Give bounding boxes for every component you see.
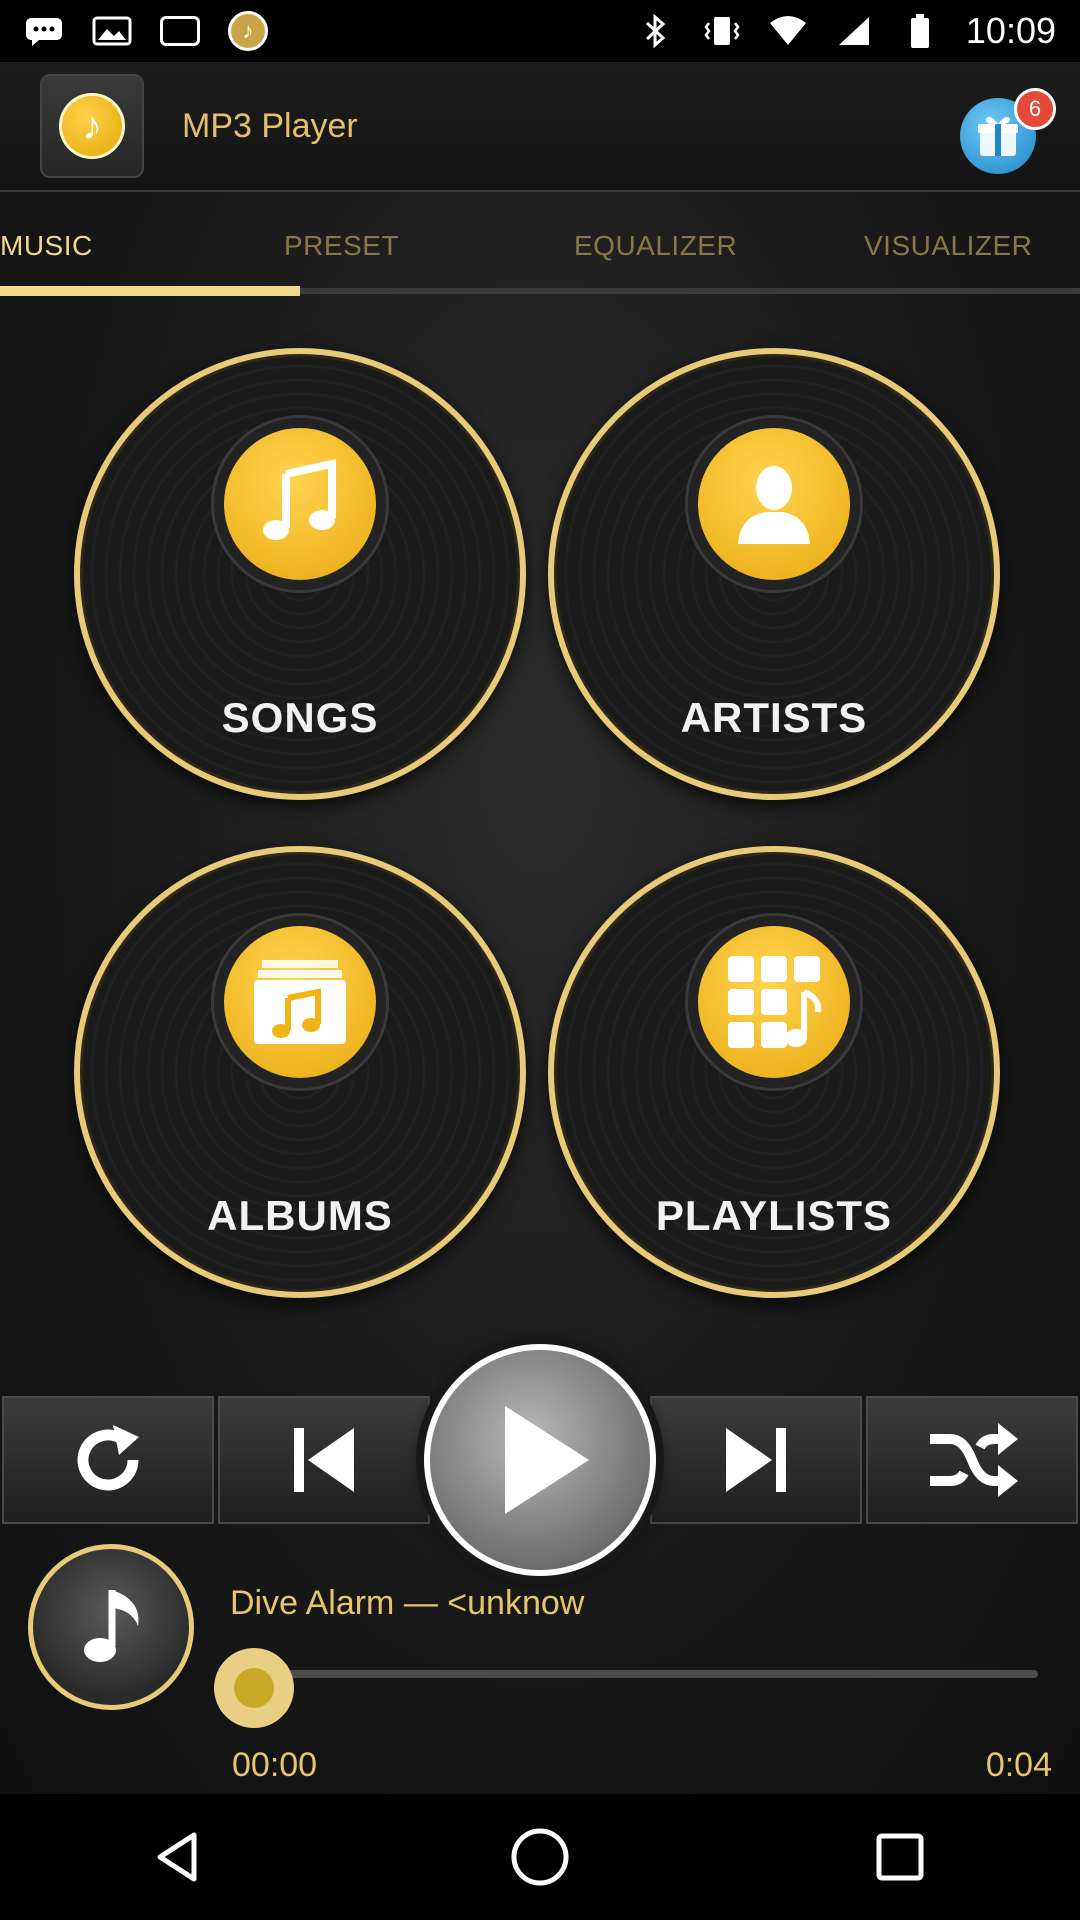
- progress-knob[interactable]: [214, 1648, 294, 1728]
- playlist-grid-icon: [688, 915, 860, 1088]
- artists-label: ARTISTS: [680, 694, 868, 741]
- playback-controls: [0, 1344, 1080, 1576]
- status-time: 10:09: [965, 10, 1056, 51]
- music-note-art-icon: [84, 1590, 139, 1662]
- tab-music[interactable]: MUSIC: [0, 230, 93, 262]
- previous-icon: [294, 1428, 354, 1492]
- elapsed-time: 00:00: [232, 1746, 318, 1784]
- home-icon: [511, 1828, 569, 1886]
- back-icon: [157, 1832, 197, 1882]
- wifi-icon: [768, 15, 808, 47]
- app-container: ♪ MP3 Player 6 MUSIC PRESET EQUALIZER VI…: [0, 62, 1080, 1794]
- shuffle-button[interactable]: [866, 1396, 1078, 1524]
- tab-indicator: [0, 286, 300, 296]
- app-header: ♪ MP3 Player 6: [0, 62, 1080, 192]
- songs-button[interactable]: SONGS: [74, 348, 526, 800]
- app-logo: ♪: [40, 74, 144, 178]
- playlists-button[interactable]: PLAYLISTS: [548, 846, 1000, 1298]
- now-playing-title: Dive Alarm — <unknow: [230, 1584, 585, 1622]
- back-button[interactable]: [135, 1812, 225, 1902]
- bluetooth-icon: [636, 14, 676, 48]
- total-duration: 0:04: [985, 1746, 1052, 1784]
- messages-icon: [24, 15, 64, 47]
- progress-track[interactable]: [252, 1670, 1038, 1678]
- shuffle-icon: [930, 1423, 1018, 1497]
- photo-icon: [92, 15, 132, 47]
- signal-icon: [834, 15, 874, 47]
- play-button[interactable]: [424, 1344, 656, 1576]
- previous-button[interactable]: [218, 1396, 430, 1524]
- recents-button[interactable]: [855, 1812, 945, 1902]
- tab-preset[interactable]: PRESET: [284, 230, 399, 262]
- box-icon: [160, 15, 200, 47]
- playlists-label: PLAYLISTS: [655, 1192, 893, 1239]
- albums-label: ALBUMS: [207, 1192, 393, 1239]
- repeat-icon: [77, 1425, 139, 1491]
- tab-visualizer[interactable]: VISUALIZER: [864, 230, 1032, 262]
- music-note-logo-icon: ♪: [59, 93, 125, 159]
- battery-icon: [900, 14, 940, 48]
- tab-equalizer[interactable]: EQUALIZER: [574, 230, 737, 262]
- app-notification-icon: ♪: [228, 11, 268, 51]
- gift-badge: 6: [1014, 88, 1056, 130]
- person-icon: [688, 417, 860, 590]
- now-playing-art[interactable]: [28, 1544, 194, 1710]
- music-note-icon: [214, 417, 386, 590]
- system-nav-bar: [0, 1794, 1080, 1920]
- repeat-button[interactable]: [2, 1396, 214, 1524]
- next-icon: [726, 1428, 786, 1492]
- app-title: MP3 Player: [182, 106, 358, 145]
- albums-button[interactable]: ALBUMS: [74, 846, 526, 1298]
- recents-icon: [876, 1833, 924, 1881]
- next-button[interactable]: [650, 1396, 862, 1524]
- songs-label: SONGS: [221, 694, 379, 741]
- artists-button[interactable]: ARTISTS: [548, 348, 1000, 800]
- play-icon: [505, 1406, 589, 1514]
- vibrate-icon: [702, 15, 742, 47]
- home-button[interactable]: [495, 1812, 585, 1902]
- album-icon: [214, 915, 386, 1088]
- status-bar: ♪ 10:09: [0, 0, 1080, 62]
